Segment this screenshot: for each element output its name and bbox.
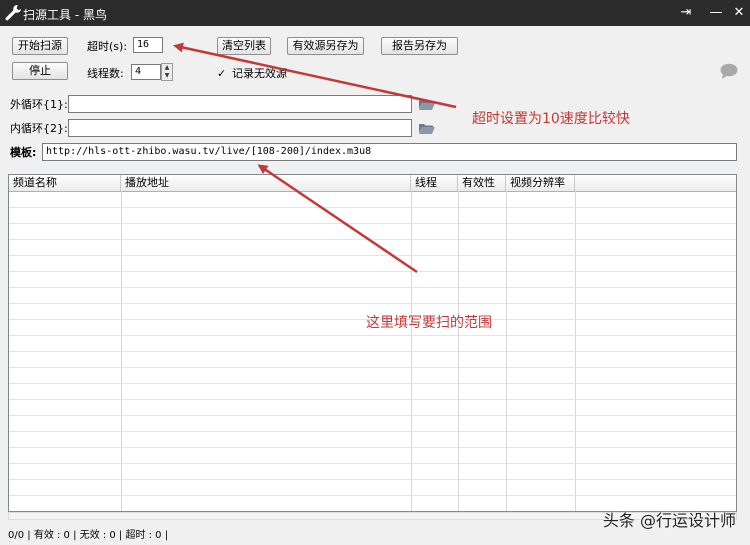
inner-loop-label: 内循环{2}: (10, 122, 68, 135)
column-header[interactable]: 播放地址 (121, 175, 411, 191)
start-scan-button[interactable]: 开始扫源 (12, 37, 68, 55)
stepper-down-icon[interactable]: ▼ (162, 72, 172, 80)
table-row (9, 447, 736, 448)
record-invalid-label: 记录无效源 (232, 67, 287, 80)
wrench-icon (5, 5, 21, 21)
table-row (9, 207, 736, 208)
stop-button[interactable]: 停止 (12, 62, 68, 80)
stepper-up-icon[interactable]: ▲ (162, 64, 172, 72)
folder-icon[interactable] (419, 122, 435, 134)
clear-list-button[interactable]: 清空列表 (217, 37, 271, 55)
folder-icon[interactable] (419, 98, 435, 110)
threads-stepper[interactable]: ▲ ▼ (161, 63, 173, 81)
column-header[interactable]: 视频分辨率 (506, 175, 575, 191)
column-header[interactable]: 频道名称 (9, 175, 121, 191)
template-label: 模板: (10, 146, 37, 159)
watermark: 头条 @行运设计师 (602, 511, 736, 530)
table-row (9, 271, 736, 272)
column-header[interactable]: 线程 (411, 175, 458, 191)
table-row (9, 383, 736, 384)
save-valid-sources-button[interactable]: 有效源另存为 (287, 37, 364, 55)
table-row (9, 479, 736, 480)
timeout-annotation: 超时设置为10速度比较快 (472, 111, 630, 127)
status-bar: 0/0 | 有效 : 0 | 无效 : 0 | 超时 : 0 | (8, 530, 169, 541)
save-report-button[interactable]: 报告另存为 (381, 37, 458, 55)
table-row (9, 239, 736, 240)
close-button[interactable]: ✕ (723, 0, 750, 26)
table-row (9, 431, 736, 432)
threads-input[interactable]: 4 (131, 64, 161, 80)
results-table[interactable]: 频道名称 播放地址 线程 有效性 视频分辨率 (8, 174, 737, 512)
table-row (9, 463, 736, 464)
outer-loop-input[interactable] (68, 95, 412, 113)
record-invalid-checkbox[interactable]: ✓ (217, 68, 228, 79)
table-row (9, 495, 736, 496)
chat-bubble-icon[interactable] (720, 63, 738, 79)
table-row (9, 255, 736, 256)
table-row (9, 399, 736, 400)
table-header: 频道名称 播放地址 线程 有效性 视频分辨率 (9, 175, 736, 192)
timeout-label: 超时(s): (87, 40, 128, 53)
table-row (9, 287, 736, 288)
table-row (9, 351, 736, 352)
threads-label: 线程数: (87, 67, 124, 80)
table-row (9, 415, 736, 416)
table-row (9, 367, 736, 368)
template-input[interactable]: http://hls-ott-zhibo.wasu.tv/live/[108-2… (42, 143, 737, 161)
timeout-input[interactable]: 16 (133, 37, 163, 53)
title-bar: 扫源工具 - 黑鸟 ⇥ — ✕ (0, 0, 750, 26)
column-header[interactable]: 有效性 (458, 175, 506, 191)
inner-loop-input[interactable] (68, 119, 412, 137)
table-row (9, 223, 736, 224)
window-title: 扫源工具 - 黑鸟 (23, 8, 107, 22)
range-annotation: 这里填写要扫的范围 (366, 315, 492, 331)
restore-button[interactable]: ⇥ (670, 0, 702, 26)
outer-loop-label: 外循环{1}: (10, 98, 68, 111)
table-row (9, 303, 736, 304)
table-row (9, 335, 736, 336)
